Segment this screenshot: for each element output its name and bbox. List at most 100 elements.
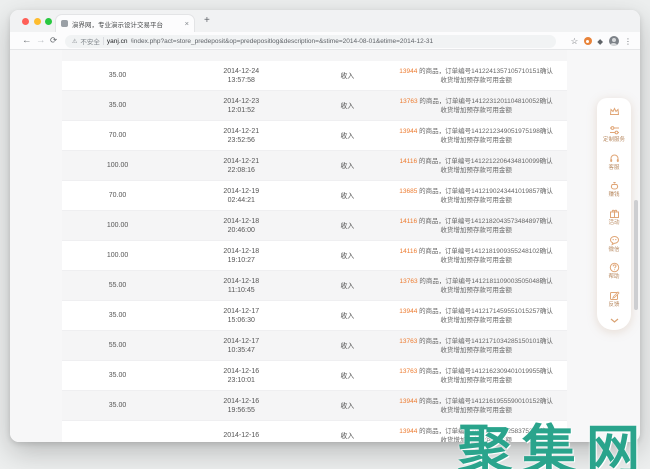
extensions-puzzle-icon[interactable]: ◆ bbox=[597, 37, 603, 46]
item-id-link[interactable]: 13763 bbox=[399, 368, 417, 375]
item-id-link[interactable]: 14116 bbox=[400, 218, 418, 225]
type-cell: 收入 bbox=[309, 401, 385, 411]
description-line2: 收货增加预存款可用金额 bbox=[385, 286, 567, 295]
time-text: 23:52:56 bbox=[173, 136, 309, 145]
sidebar-item-feedback[interactable]: 反馈 bbox=[602, 290, 626, 309]
chevron-down-icon bbox=[609, 317, 620, 324]
item-id-link[interactable]: 13944 bbox=[399, 308, 417, 315]
sidebar-item-earn[interactable]: 赚钱 bbox=[602, 180, 626, 199]
sidebar-item-activity[interactable]: 活动 bbox=[602, 208, 626, 227]
amount-cell: 35.00 bbox=[62, 72, 173, 79]
datetime-cell: 2014-12-18 20:46:00 bbox=[173, 217, 309, 235]
amount-cell: 55.00 bbox=[62, 282, 173, 289]
address-bar[interactable]: ⚠ 不安全 yanj.cn /index.php?act=store_prede… bbox=[65, 35, 556, 48]
table-row-clip: 35.00 2014-12-17 15:06:30 收入 13944 的商品，订… bbox=[62, 301, 567, 331]
item-id-link[interactable]: 13944 bbox=[399, 128, 417, 135]
description-line1: 13763 的商品，订单编号1412162309401019955确认 bbox=[385, 367, 567, 376]
type-cell: 收入 bbox=[309, 281, 385, 291]
reload-icon[interactable]: ⟳ bbox=[50, 32, 57, 50]
maximize-window-button[interactable] bbox=[45, 18, 52, 25]
description-line2: 收货增加预存款可用金额 bbox=[385, 376, 567, 385]
url-divider bbox=[103, 37, 104, 45]
description-line1: 13944 的商品，订单编号1412171459551015257确认 bbox=[385, 307, 567, 316]
bookmark-star-icon[interactable]: ☆ bbox=[571, 36, 579, 47]
new-tab-button[interactable]: + bbox=[204, 14, 210, 28]
gift-icon bbox=[609, 208, 620, 219]
description-line2: 收货增加预存款可用金额 bbox=[385, 226, 567, 235]
sidebar-item-label: 反馈 bbox=[602, 302, 626, 309]
forward-icon[interactable]: → bbox=[36, 32, 46, 50]
sidebar-collapse[interactable] bbox=[609, 317, 620, 324]
type-cell: 收入 bbox=[309, 371, 385, 381]
date-text: 2014-12-16 bbox=[173, 431, 309, 440]
close-window-button[interactable] bbox=[22, 18, 29, 25]
datetime-cell: 2014-12-16 bbox=[173, 431, 309, 440]
order-text: 的商品，订单编号1412181109003505048确认 bbox=[418, 278, 553, 285]
sidebar-item-label: 赚钱 bbox=[602, 192, 626, 199]
amount-cell: 35.00 bbox=[62, 102, 173, 109]
date-text: 2014-12-21 bbox=[173, 157, 309, 166]
description-line1: 14116 的商品，订单编号1412212206434810099确认 bbox=[385, 157, 567, 166]
amount-cell: 35.00 bbox=[62, 402, 173, 409]
table-row: 70.00 2014-12-21 23:52:56 收入 13944 的商品，订… bbox=[62, 121, 567, 151]
time-text: 23:10:01 bbox=[173, 376, 309, 385]
order-text: 的商品，订单编号1412162309401019955确认 bbox=[417, 368, 553, 375]
table-row: 35.00 2014-12-16 23:10:01 收入 13763 的商品，订… bbox=[62, 361, 567, 391]
sidebar-item-custom-service[interactable]: 定制服务 bbox=[602, 125, 626, 144]
sidebar-item-label: 微信 bbox=[602, 247, 626, 254]
browser-tab[interactable]: 演界网，专业演示设计交易平台 × bbox=[55, 14, 195, 32]
type-cell: 收入 bbox=[309, 131, 385, 141]
table-row-clip: 35.00 2014-12-16 23:10:01 收入 13763 的商品，订… bbox=[62, 361, 567, 391]
url-path: /index.php?act=store_predeposit&op=prede… bbox=[131, 38, 434, 45]
back-icon[interactable]: ← bbox=[22, 32, 32, 50]
order-text: 的商品，订单编号1412231201104810052确认 bbox=[418, 98, 553, 105]
item-id-link[interactable]: 13944 bbox=[399, 398, 417, 405]
amount-cell: 70.00 bbox=[62, 192, 173, 199]
description-line1: 14116 的商品，订单编号1412182043573484897确认 bbox=[385, 217, 567, 226]
type-cell: 收入 bbox=[309, 311, 385, 321]
item-id-link[interactable]: 13685 bbox=[399, 188, 417, 195]
item-id-link[interactable]: 13763 bbox=[400, 98, 418, 105]
page-scrollbar[interactable] bbox=[634, 200, 638, 310]
datetime-cell: 2014-12-23 12:01:52 bbox=[173, 97, 309, 115]
minimize-window-button[interactable] bbox=[34, 18, 41, 25]
item-id-link[interactable]: 13944 bbox=[399, 68, 417, 75]
datetime-cell: 14:27:13 bbox=[173, 50, 309, 52]
tab-close-icon[interactable]: × bbox=[185, 20, 189, 28]
item-id-link[interactable]: 14116 bbox=[400, 248, 418, 255]
description-line2: 收货增加预存款可用金额 bbox=[385, 166, 567, 175]
browser-window: 演界网，专业演示设计交易平台 × + ← → ⟳ ⚠ 不安全 yanj.cn /… bbox=[10, 10, 640, 442]
item-id-link[interactable]: 14116 bbox=[400, 158, 418, 165]
headset-icon bbox=[609, 153, 620, 164]
sidebar-item-vip[interactable] bbox=[609, 106, 620, 117]
table-row: 2014-12-16 收入 13944 的商品，订单编号141216182025… bbox=[62, 421, 567, 442]
description-line1: 13763 的商品，订单编号1412171034285150101确认 bbox=[385, 337, 567, 346]
extension-orange-icon[interactable] bbox=[584, 37, 592, 45]
table-row: 55.00 2014-12-18 11:10:45 收入 13763 的商品，订… bbox=[62, 271, 567, 301]
sidebar-item-help[interactable]: 帮助 bbox=[602, 262, 626, 281]
table-row-clip: 14:27:13 收货增加预存款可用金额 bbox=[62, 50, 567, 61]
item-id-link[interactable]: 13763 bbox=[399, 338, 417, 345]
type-cell: 收入 bbox=[309, 341, 385, 351]
datetime-cell: 2014-12-18 11:10:45 bbox=[173, 277, 309, 295]
type-cell: 收入 bbox=[309, 161, 385, 171]
type-cell: 收入 bbox=[309, 191, 385, 201]
table-row-clip: 100.00 2014-12-21 22:08:16 收入 14116 的商品，… bbox=[62, 151, 567, 181]
table-row-clip: 100.00 2014-12-18 19:10:27 收入 14116 的商品，… bbox=[62, 241, 567, 271]
datetime-cell: 2014-12-16 19:56:55 bbox=[173, 397, 309, 415]
order-text: 的商品，订单编号1412212349051975198确认 bbox=[417, 128, 553, 135]
amount-cell: 100.00 bbox=[62, 222, 173, 229]
crown-icon bbox=[609, 106, 620, 117]
item-id-link[interactable]: 13944 bbox=[399, 428, 417, 435]
item-id-link[interactable]: 13763 bbox=[400, 278, 418, 285]
sidebar-item-support[interactable]: 客服 bbox=[602, 153, 626, 172]
table-row-clip: 35.00 2014-12-16 19:56:55 收入 13944 的商品，订… bbox=[62, 391, 567, 421]
browser-menu-icon[interactable]: ⋮ bbox=[624, 37, 632, 46]
sidebar-item-wechat[interactable]: 微信 bbox=[602, 235, 626, 254]
order-text: 的商品，订单编号1412182043573484897确认 bbox=[417, 218, 553, 225]
time-text: 20:46:00 bbox=[173, 226, 309, 235]
tab-strip: 演界网，专业演示设计交易平台 × + bbox=[10, 10, 640, 32]
order-text: 的商品，订单编号1412241357105710151确认 bbox=[417, 68, 553, 75]
profile-avatar[interactable] bbox=[609, 36, 619, 46]
table-row: 100.00 2014-12-18 19:10:27 收入 14116 的商品，… bbox=[62, 241, 567, 271]
